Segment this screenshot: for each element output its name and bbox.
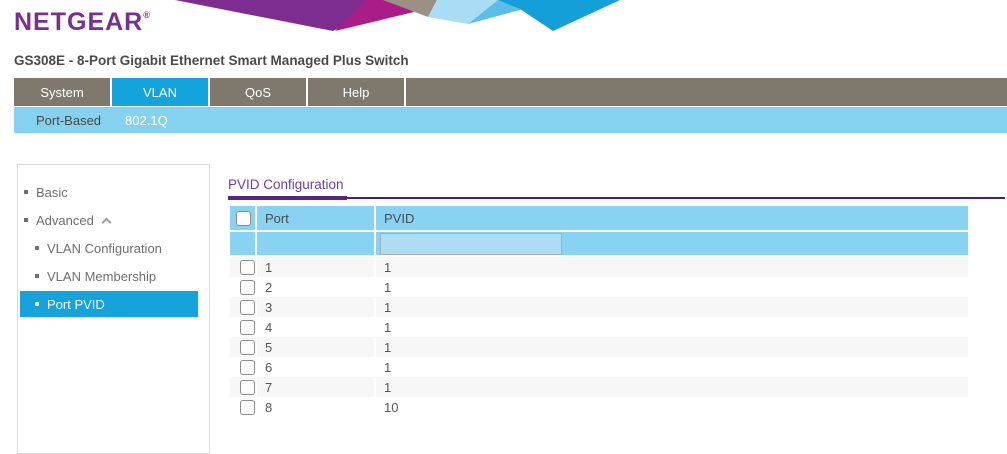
- row-checkbox[interactable]: [240, 260, 255, 275]
- row-checkbox[interactable]: [240, 400, 255, 415]
- filter-pvid-cell: [376, 232, 968, 257]
- filter-check-cell: [230, 232, 255, 257]
- select-all-checkbox[interactable]: [236, 211, 251, 226]
- port-cell: 3: [257, 297, 374, 317]
- table-row: 2 1: [230, 277, 968, 297]
- row-checkbox[interactable]: [240, 280, 255, 295]
- port-cell: 5: [257, 337, 374, 357]
- table-header-row: Port PVID: [230, 206, 968, 232]
- section-title: PVID Configuration: [228, 177, 347, 200]
- netgear-logo: NETGEAR®: [14, 8, 150, 37]
- row-check-cell: [230, 377, 255, 397]
- sidebar-item-label: Port PVID: [47, 297, 105, 312]
- pvid-filter-input[interactable]: [380, 233, 562, 255]
- netgear-logo-text: NETGEAR: [14, 8, 143, 36]
- table-row: 4 1: [230, 317, 968, 337]
- select-all-cell: [230, 206, 255, 232]
- sidebar-item-basic[interactable]: Basic: [18, 179, 209, 205]
- sidebar: Basic Advanced VLAN Configuration VLAN M…: [17, 164, 210, 454]
- main-nav: System VLAN QoS Help: [14, 78, 1007, 106]
- bullet-icon: [24, 190, 28, 194]
- row-check-cell: [230, 257, 255, 277]
- sidebar-item-label: Basic: [36, 185, 68, 200]
- row-checkbox[interactable]: [240, 300, 255, 315]
- pvid-cell: 1: [376, 257, 968, 277]
- row-checkbox[interactable]: [240, 380, 255, 395]
- bullet-icon: [24, 218, 28, 222]
- table-row: 3 1: [230, 297, 968, 317]
- sidebar-item-label: VLAN Configuration: [47, 241, 162, 256]
- subnav-item-port-based[interactable]: Port-Based: [32, 113, 105, 128]
- row-check-cell: [230, 357, 255, 377]
- bullet-icon: [35, 246, 39, 250]
- table-row: 6 1: [230, 357, 968, 377]
- sidebar-item-advanced[interactable]: Advanced: [18, 207, 209, 233]
- pvid-cell: 1: [376, 377, 968, 397]
- table-row: 1 1: [230, 257, 968, 277]
- port-cell: 1: [257, 257, 374, 277]
- port-cell: 6: [257, 357, 374, 377]
- tab-qos[interactable]: QoS: [210, 78, 306, 106]
- chevron-up-icon: [101, 217, 111, 227]
- pvid-table: Port PVID 1 1: [228, 206, 970, 417]
- column-header-port: Port: [257, 206, 374, 232]
- sidebar-item-vlan-membership[interactable]: VLAN Membership: [18, 263, 209, 289]
- tab-system[interactable]: System: [14, 78, 110, 106]
- row-check-cell: [230, 397, 255, 417]
- filter-port-cell: [257, 232, 374, 257]
- tab-vlan[interactable]: VLAN: [112, 78, 208, 106]
- sidebar-item-label: VLAN Membership: [47, 269, 156, 284]
- banner-graphic: [168, 0, 623, 32]
- registered-mark: ®: [143, 10, 150, 20]
- row-checkbox[interactable]: [240, 360, 255, 375]
- content-area: Basic Advanced VLAN Configuration VLAN M…: [0, 164, 1007, 454]
- row-check-cell: [230, 297, 255, 317]
- pvid-cell: 1: [376, 357, 968, 377]
- row-check-cell: [230, 277, 255, 297]
- row-checkbox[interactable]: [240, 340, 255, 355]
- nav-filler-bar: [406, 78, 1007, 106]
- sidebar-item-port-pvid[interactable]: Port PVID: [20, 291, 198, 317]
- table-filter-row: [230, 232, 968, 257]
- port-cell: 2: [257, 277, 374, 297]
- port-cell: 8: [257, 397, 374, 417]
- table-row: 7 1: [230, 377, 968, 397]
- sidebar-item-label: Advanced: [36, 213, 94, 228]
- table-row: 5 1: [230, 337, 968, 357]
- table-row: 8 10: [230, 397, 968, 417]
- page-title: GS308E - 8-Port Gigabit Ethernet Smart M…: [14, 53, 409, 68]
- bullet-icon: [35, 274, 39, 278]
- pvid-cell: 10: [376, 397, 968, 417]
- row-check-cell: [230, 337, 255, 357]
- tab-help[interactable]: Help: [308, 78, 404, 106]
- pvid-cell: 1: [376, 317, 968, 337]
- row-checkbox[interactable]: [240, 320, 255, 335]
- sidebar-item-vlan-configuration[interactable]: VLAN Configuration: [18, 235, 209, 261]
- subnav-item-8021q[interactable]: 802.1Q: [121, 113, 172, 128]
- pvid-cell: 1: [376, 277, 968, 297]
- row-check-cell: [230, 317, 255, 337]
- pvid-cell: 1: [376, 297, 968, 317]
- port-cell: 4: [257, 317, 374, 337]
- vlan-subnav: Port-Based 802.1Q: [14, 107, 1007, 133]
- port-cell: 7: [257, 377, 374, 397]
- pvid-cell: 1: [376, 337, 968, 357]
- main-panel: PVID Configuration Port PVID: [228, 164, 1005, 417]
- bullet-icon: [35, 302, 39, 306]
- page-header: NETGEAR® GS308E - 8-Port Gigabit Etherne…: [0, 0, 1007, 78]
- section-heading-row: PVID Configuration: [228, 176, 1005, 199]
- column-header-pvid: PVID: [376, 206, 968, 232]
